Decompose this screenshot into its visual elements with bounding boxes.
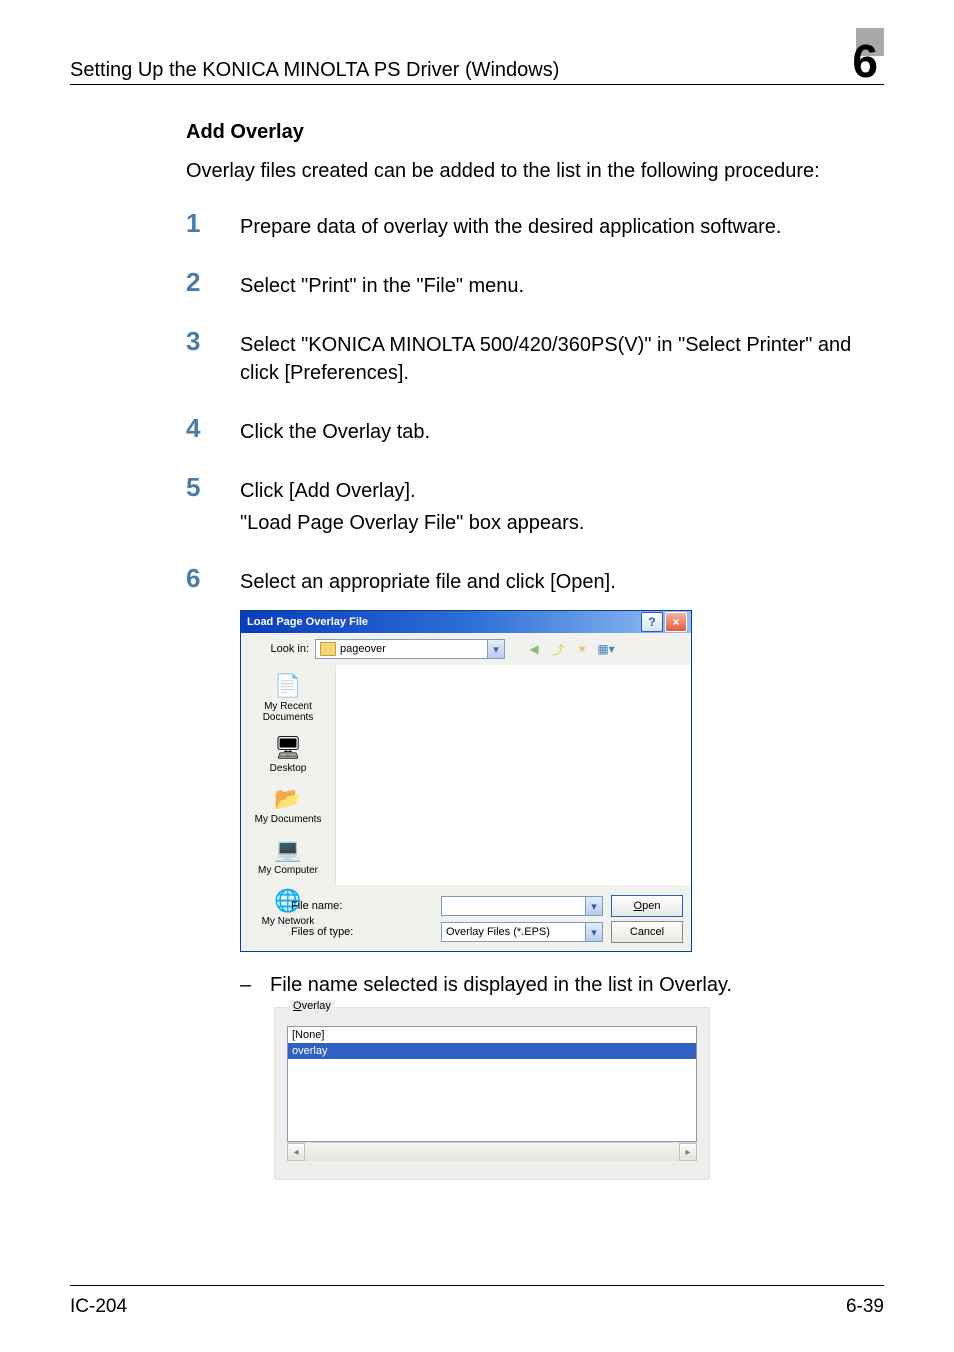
scroll-left-icon[interactable]: ◂: [287, 1143, 305, 1161]
scroll-right-icon[interactable]: ▸: [679, 1143, 697, 1161]
dialog-titlebar: Load Page Overlay File ? ×: [241, 611, 691, 633]
place-documents[interactable]: 📂 My Documents: [241, 780, 335, 829]
overlay-legend: Overlay: [289, 1000, 335, 1012]
file-name-input[interactable]: ▾: [441, 896, 603, 916]
place-label: My Recent Documents: [241, 701, 335, 723]
bullet-dash: –: [240, 974, 270, 997]
chevron-down-icon[interactable]: ▾: [585, 897, 602, 915]
dialog-title: Load Page Overlay File: [247, 616, 639, 628]
up-one-level-icon[interactable]: ⤴: [549, 640, 567, 658]
section-title: Add Overlay: [186, 121, 884, 144]
file-type-label: Files of type:: [249, 926, 433, 938]
overlay-groupbox: Overlay [None] overlay ◂ ▸: [274, 1007, 710, 1180]
step-text: Select "KONICA MINOLTA 500/420/360PS(V)"…: [240, 331, 884, 387]
footer-left: IC-204: [70, 1296, 846, 1318]
step-text: Click the Overlay tab.: [240, 418, 430, 446]
place-computer[interactable]: 💻 My Computer: [241, 831, 335, 880]
file-name-label: File name:: [249, 900, 433, 912]
step-text: Select an appropriate file and click [Op…: [240, 568, 616, 596]
folder-icon: [320, 642, 336, 656]
look-in-combo[interactable]: pageover ▾: [315, 639, 505, 659]
places-bar: 📄 My Recent Documents 🖥 Desktop 📂 My Doc…: [241, 665, 335, 885]
back-icon[interactable]: ◀: [525, 640, 543, 658]
chevron-down-icon[interactable]: ▾: [585, 923, 602, 941]
section-intro: Overlay files created can be added to th…: [186, 158, 884, 184]
recent-documents-icon: 📄: [271, 671, 305, 701]
step-text: Click [Add Overlay].: [240, 477, 584, 505]
place-recent[interactable]: 📄 My Recent Documents: [241, 667, 335, 727]
horizontal-scrollbar[interactable]: ◂ ▸: [287, 1142, 697, 1161]
note-text: File name selected is displayed in the l…: [270, 974, 732, 997]
look-in-label: Look in:: [249, 643, 309, 655]
list-item[interactable]: [None]: [288, 1027, 696, 1043]
file-type-combo[interactable]: Overlay Files (*.EPS) ▾: [441, 922, 603, 942]
step-number: 6: [186, 565, 240, 600]
step-text: Select "Print" in the "File" menu.: [240, 272, 524, 300]
views-icon[interactable]: ▦▾: [597, 640, 615, 658]
place-label: My Documents: [255, 814, 322, 825]
file-open-dialog: Load Page Overlay File ? × Look in: page…: [240, 610, 692, 952]
file-type-value: Overlay Files (*.EPS): [446, 926, 585, 938]
open-button[interactable]: Open: [611, 895, 683, 917]
step-number: 5: [186, 474, 240, 541]
running-header: Setting Up the KONICA MINOLTA PS Driver …: [70, 34, 884, 85]
page-footer: IC-204 6-39: [70, 1285, 884, 1318]
help-button[interactable]: ?: [641, 612, 663, 632]
my-documents-icon: 📂: [271, 784, 305, 814]
cancel-button[interactable]: Cancel: [611, 921, 683, 943]
chevron-down-icon[interactable]: ▾: [487, 640, 504, 658]
chapter-number: 6: [852, 34, 878, 88]
step-number: 3: [186, 328, 240, 391]
place-desktop[interactable]: 🖥 Desktop: [241, 729, 335, 778]
new-folder-icon[interactable]: ✶: [573, 640, 591, 658]
list-item[interactable]: overlay: [288, 1043, 696, 1059]
look-in-value: pageover: [340, 643, 487, 655]
place-label: My Computer: [258, 865, 318, 876]
step-text: "Load Page Overlay File" box appears.: [240, 509, 584, 537]
overlay-listbox[interactable]: [None] overlay: [287, 1026, 697, 1142]
step-number: 1: [186, 210, 240, 245]
my-computer-icon: 💻: [271, 835, 305, 865]
step-number: 2: [186, 269, 240, 304]
running-title: Setting Up the KONICA MINOLTA PS Driver …: [70, 59, 836, 82]
place-label: Desktop: [270, 763, 307, 774]
step-number: 4: [186, 415, 240, 450]
chapter-badge: 6: [836, 34, 884, 84]
step-text: Prepare data of overlay with the desired…: [240, 213, 781, 241]
file-list-area[interactable]: [335, 665, 691, 885]
footer-right: 6-39: [846, 1296, 884, 1318]
desktop-icon: 🖥: [271, 733, 305, 763]
close-button[interactable]: ×: [665, 612, 687, 632]
